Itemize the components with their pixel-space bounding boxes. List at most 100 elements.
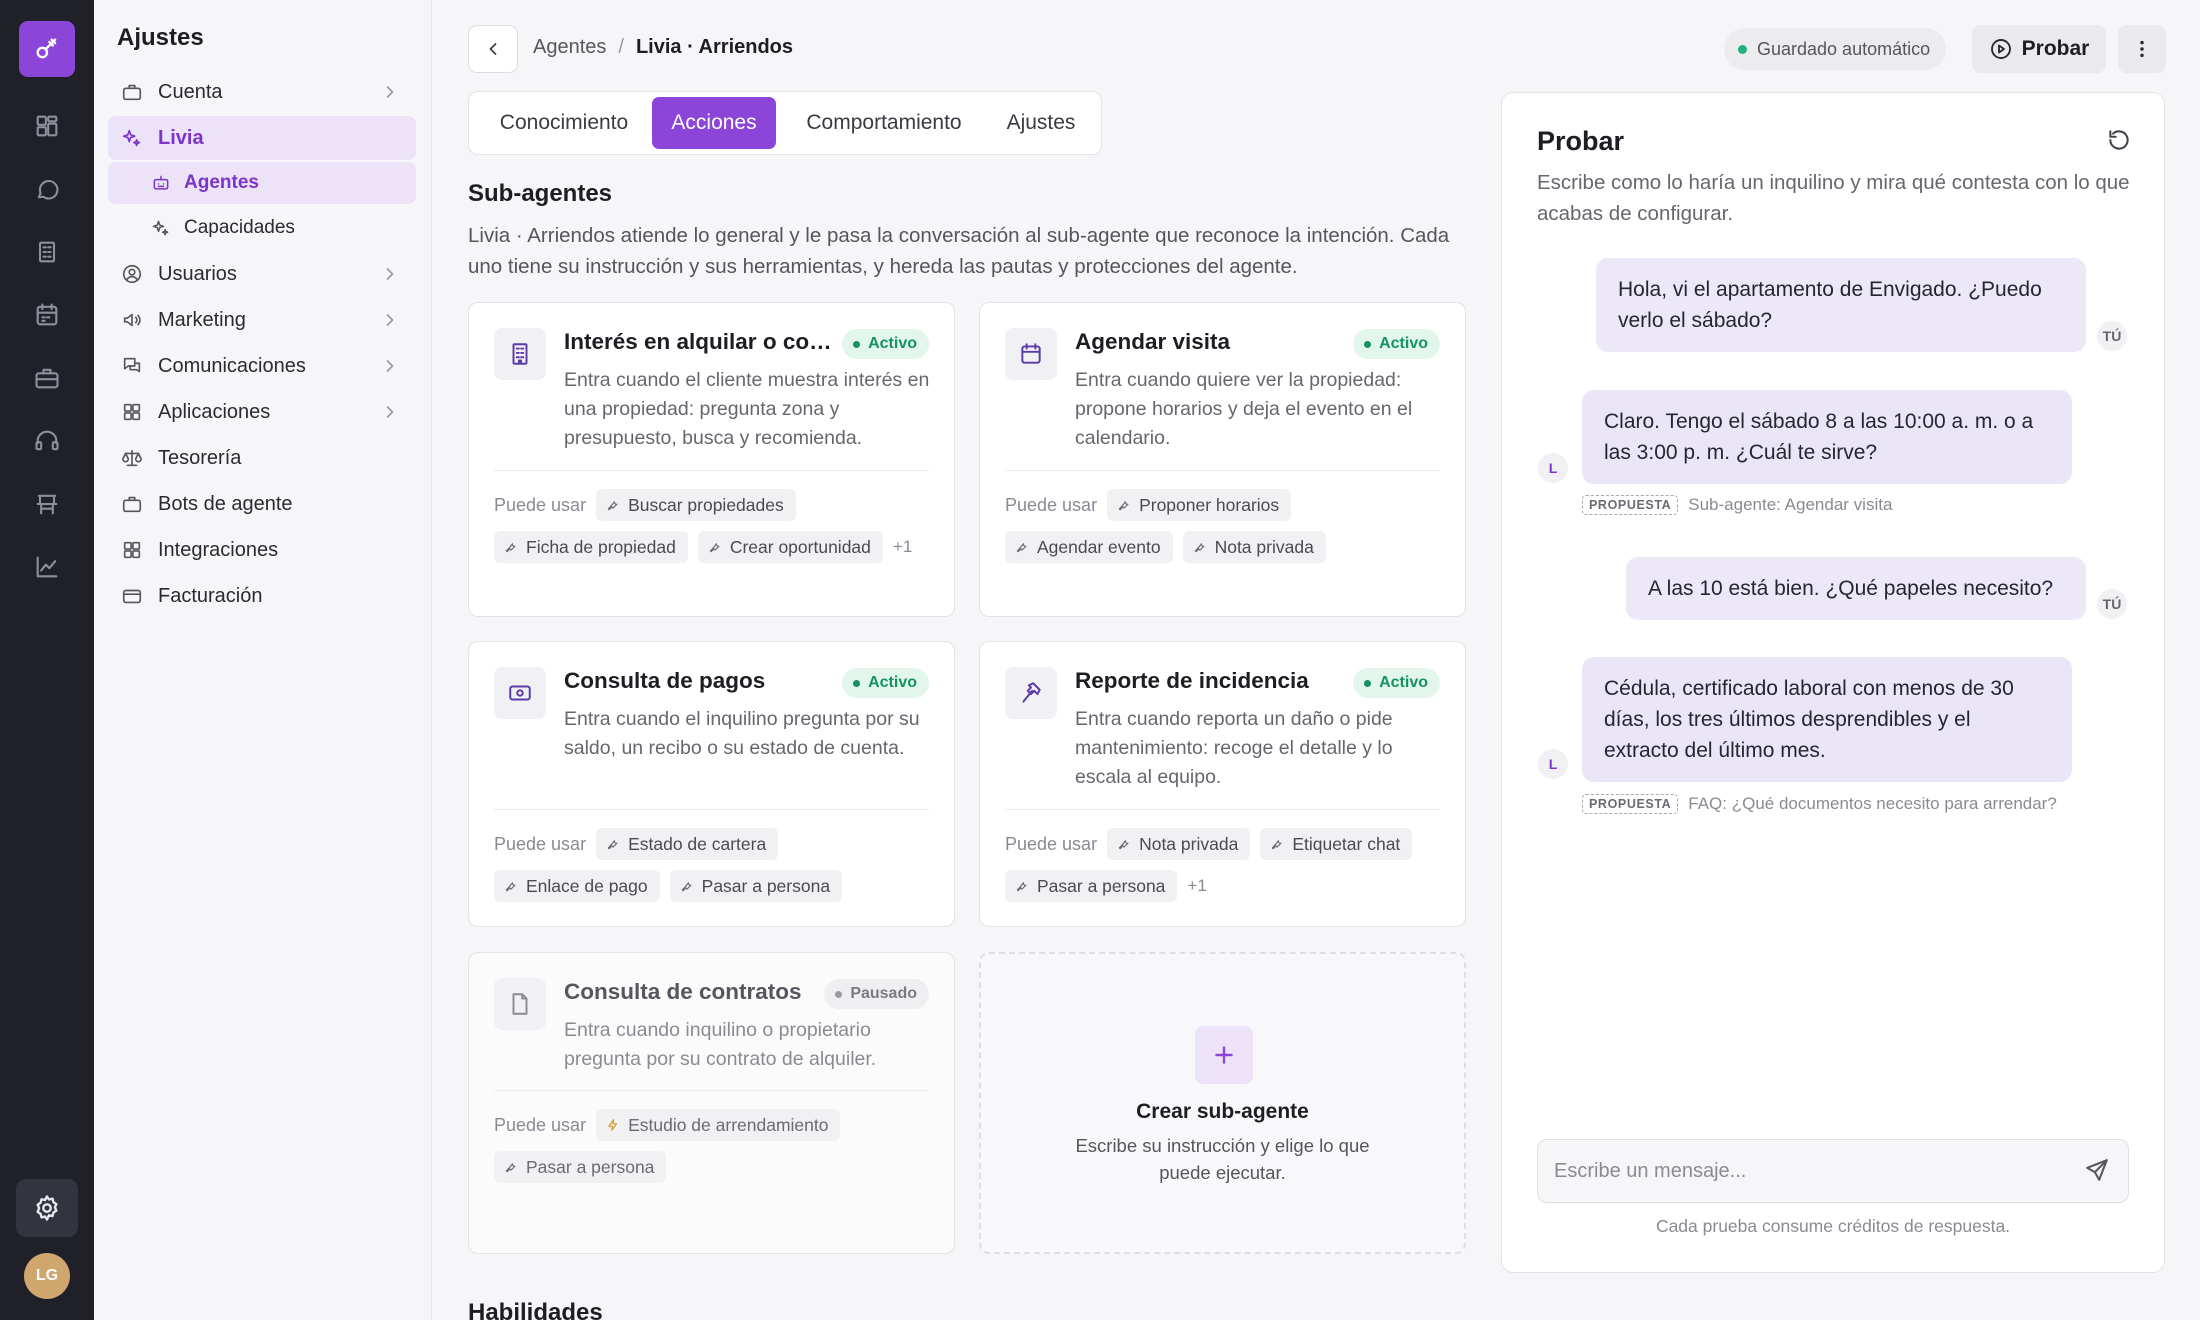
subagent-card-interes[interactable]: Interés en alquilar o comprar Activo Ent…	[468, 302, 955, 617]
avatar[interactable]: LG	[24, 1253, 70, 1299]
more-tools-count[interactable]: +1	[1187, 870, 1206, 902]
proposal-note: PROPUESTA FAQ: ¿Qué documentos necesito …	[1582, 794, 2057, 814]
breadcrumb-separator: /	[618, 36, 624, 58]
breadcrumb-parent[interactable]: Agentes	[533, 36, 606, 59]
wrench-icon	[1194, 543, 1205, 553]
card-title: Agendar visita	[1075, 329, 1231, 354]
tool-chip[interactable]: Proponer horarios	[1107, 489, 1292, 521]
probar-button[interactable]: Probar	[1972, 25, 2106, 73]
wrench-icon	[607, 840, 618, 850]
tool-chip[interactable]: Estudio de arrendamiento	[596, 1109, 841, 1141]
sidebar-item-livia[interactable]: Livia	[108, 116, 416, 160]
sidebar-item-label: Cuenta	[158, 80, 223, 103]
tool-chip[interactable]: Nota privada	[1182, 531, 1326, 563]
message-composer	[1537, 1139, 2129, 1203]
tab-comportamiento[interactable]: Comportamiento	[784, 97, 984, 149]
divider	[1005, 809, 1440, 810]
chevron-right-icon	[380, 310, 400, 330]
tools-label: Puede usar	[494, 1114, 587, 1135]
tab-ajustes[interactable]: Ajustes	[987, 97, 1095, 149]
bot-message: Claro. Tengo el sábado 8 a las 10:00 a. …	[1582, 390, 2072, 484]
create-title: Crear sub-agente	[1136, 1100, 1309, 1123]
autosave-label: Guardado automático	[1757, 38, 1931, 59]
settings-sidebar: Ajustes Cuenta Livia Agentes Capacidades…	[94, 0, 432, 1320]
sidebar-item-label: Bots de agente	[158, 492, 293, 515]
sidebar-item-agentes[interactable]: Agentes	[108, 162, 416, 204]
sidebar-item-label: Aplicaciones	[158, 400, 271, 423]
tool-chip[interactable]: Pasar a persona	[669, 870, 843, 902]
divider	[494, 470, 929, 471]
wrench-icon	[1118, 840, 1129, 850]
sidebar-item-cuenta[interactable]: Cuenta	[108, 70, 416, 114]
card-title: Consulta de pagos	[564, 668, 766, 693]
panel-description: Escribe como lo haría un inquilino y mir…	[1537, 171, 2130, 225]
divider	[494, 809, 929, 810]
tool-chip[interactable]: Nota privada	[1107, 828, 1251, 860]
status-badge: Pausado	[824, 979, 929, 1009]
tool-chip[interactable]: Etiquetar chat	[1260, 828, 1413, 860]
tool-chip[interactable]: Agendar evento	[1005, 531, 1173, 563]
briefcase-icon[interactable]	[22, 353, 72, 403]
sidebar-item-label: Comunicaciones	[158, 354, 306, 377]
subagent-card-consulta-contratos[interactable]: Consulta de contratos Pausado Entra cuan…	[468, 952, 955, 1254]
chevron-right-icon	[380, 402, 400, 422]
back-button[interactable]	[468, 25, 518, 73]
section-description: Livia · Arriendos atiende lo general y l…	[468, 224, 1450, 278]
user-avatar: TÚ	[2097, 321, 2127, 351]
tools-label: Puede usar	[494, 494, 587, 515]
sidebar-item-label: Marketing	[158, 308, 246, 331]
play-circle-icon	[1990, 39, 2011, 59]
sidebar-item-facturacion[interactable]: Facturación	[108, 574, 416, 618]
send-icon[interactable]	[2084, 1157, 2112, 1185]
tool-chip[interactable]: Ficha de propiedad	[494, 531, 688, 563]
sidebar-item-bots-de-agente[interactable]: Bots de agente	[108, 482, 416, 526]
subagent-card-agendar-visita[interactable]: Agendar visita Activo Entra cuando quier…	[979, 302, 1466, 617]
gear-icon[interactable]	[16, 1179, 78, 1237]
calendar-icon[interactable]	[22, 290, 72, 340]
chat-icon[interactable]	[22, 164, 72, 214]
plus-icon	[1195, 1026, 1253, 1084]
sidebar-item-comunicaciones[interactable]: Comunicaciones	[108, 344, 416, 388]
create-subagent-card[interactable]: Crear sub-agente Escribe su instrucción …	[979, 952, 1466, 1254]
subagent-card-consulta-pagos[interactable]: Consulta de pagos Activo Entra cuando el…	[468, 641, 955, 927]
sidebar-item-marketing[interactable]: Marketing	[108, 298, 416, 342]
sidebar-item-aplicaciones[interactable]: Aplicaciones	[108, 390, 416, 434]
tool-chip[interactable]: Estado de cartera	[596, 828, 779, 860]
more-tools-count[interactable]: +1	[893, 531, 912, 563]
store-icon[interactable]	[22, 479, 72, 529]
headset-icon[interactable]	[22, 416, 72, 466]
more-options-button[interactable]	[2118, 25, 2166, 73]
divider	[494, 1090, 929, 1091]
status-badge: Activo	[1353, 668, 1440, 698]
message-input[interactable]	[1554, 1140, 2054, 1202]
tool-chip[interactable]: Pasar a persona	[1005, 870, 1178, 902]
key-icon[interactable]	[19, 21, 75, 77]
sidebar-item-integraciones[interactable]: Integraciones	[108, 528, 416, 572]
tool-chip[interactable]: Enlace de pago	[494, 870, 660, 902]
dashboard-icon[interactable]	[22, 101, 72, 151]
sidebar-item-usuarios[interactable]: Usuarios	[108, 252, 416, 296]
scale-icon	[120, 446, 144, 470]
tab-conocimiento[interactable]: Conocimiento	[474, 97, 654, 149]
sidebar-item-capacidades[interactable]: Capacidades	[108, 207, 416, 249]
building-icon[interactable]	[22, 227, 72, 277]
wrench-icon	[607, 501, 618, 511]
chevron-right-icon	[380, 356, 400, 376]
reset-icon[interactable]	[2106, 127, 2134, 155]
status-badge: Activo	[842, 668, 929, 698]
status-dot	[1738, 44, 1747, 54]
chart-icon[interactable]	[22, 542, 72, 592]
tab-acciones[interactable]: Acciones	[652, 97, 776, 149]
sidebar-item-tesoreria[interactable]: Tesorería	[108, 436, 416, 480]
tool-chip[interactable]: Crear oportunidad	[697, 531, 883, 563]
tool-list: Puede usar Estado de cartera Enlace de p…	[494, 828, 944, 902]
panel-title: Probar	[1537, 126, 1625, 156]
building-icon	[494, 328, 546, 380]
card-title: Reporte de incidencia	[1075, 668, 1309, 693]
tool-chip[interactable]: Buscar propiedades	[596, 489, 796, 521]
tool-chip[interactable]: Pasar a persona	[494, 1151, 667, 1183]
subagent-card-reporte-incidencia[interactable]: Reporte de incidencia Activo Entra cuand…	[979, 641, 1466, 927]
status-badge: Activo	[1353, 329, 1440, 359]
breadcrumb-current: Livia · Arriendos	[635, 36, 794, 58]
test-panel: Probar Escribe como lo haría un inquilin…	[1501, 92, 2165, 1273]
